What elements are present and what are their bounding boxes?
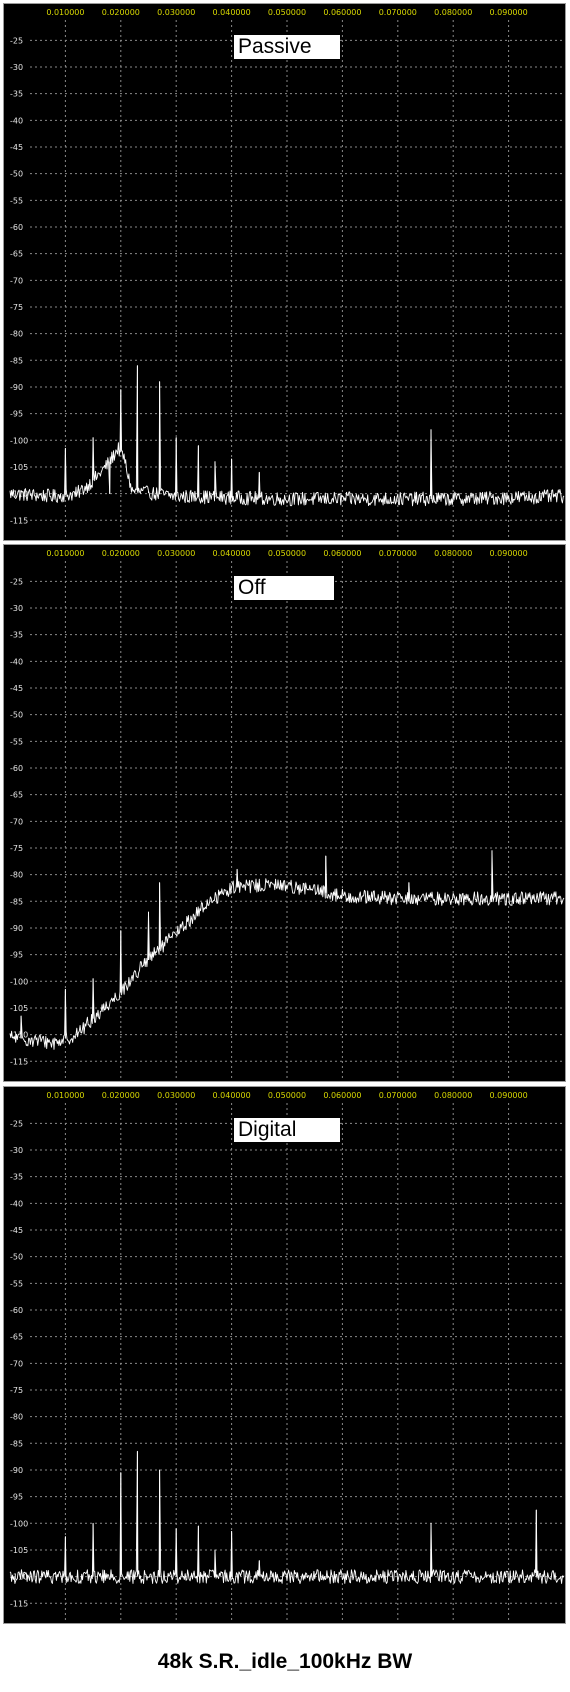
x-tick-label: 0.070000 <box>379 1091 417 1100</box>
x-tick-label: 0.010000 <box>46 1091 84 1100</box>
y-tick-label: -25 <box>10 1119 23 1128</box>
spectrum-trace <box>9 850 565 1050</box>
y-tick-label: -55 <box>10 196 23 205</box>
y-tick-label: -25 <box>10 577 23 586</box>
x-tick-label: 0.030000 <box>157 1091 195 1100</box>
y-tick-label: -115 <box>10 1599 28 1608</box>
y-tick-label: -80 <box>10 871 23 880</box>
y-tick-label: -80 <box>10 1413 23 1422</box>
y-tick-label: -75 <box>10 1386 23 1395</box>
y-tick-label: -105 <box>10 1004 28 1013</box>
y-tick-label: -100 <box>10 1519 28 1528</box>
panel-label-off: Off <box>234 576 334 600</box>
x-tick-label: 0.080000 <box>434 1091 472 1100</box>
x-tick-label: 0.010000 <box>46 8 84 17</box>
y-tick-label: -85 <box>10 897 23 906</box>
y-tick-label: -70 <box>10 817 23 826</box>
x-tick-label: 0.020000 <box>102 549 140 558</box>
y-tick-label: -60 <box>10 223 23 232</box>
y-tick-label: -105 <box>10 1546 28 1555</box>
y-tick-label: -25 <box>10 36 23 45</box>
y-tick-label: -30 <box>10 63 23 72</box>
figure-caption: 48k S.R._idle_100kHz BW <box>157 1650 413 1673</box>
y-tick-label: -35 <box>10 90 23 99</box>
y-tick-label: -85 <box>10 356 23 365</box>
y-tick-label: -75 <box>10 303 23 312</box>
plot-grid <box>30 1103 563 1621</box>
x-tick-label: 0.090000 <box>490 8 528 17</box>
panel-label-passive: Passive <box>234 35 340 59</box>
y-tick-label: -55 <box>10 737 23 746</box>
chart-svg-digital: 0.010000 0.020000 0.030000 0.040000 0.050000… <box>9 1091 565 1621</box>
y-tick-label: -45 <box>10 684 23 693</box>
x-tick-label: 0.060000 <box>323 8 361 17</box>
y-tick-label: -95 <box>10 951 23 960</box>
x-tick-label: 0.040000 <box>213 8 251 17</box>
y-tick-label: -90 <box>10 924 23 933</box>
y-tick-label: -65 <box>10 1333 23 1342</box>
y-tick-label: -85 <box>10 1439 23 1448</box>
y-tick-label: -105 <box>10 463 28 472</box>
y-tick-label: -70 <box>10 1359 23 1368</box>
x-tick-label: 0.050000 <box>268 1091 306 1100</box>
x-tick-label: 0.030000 <box>157 549 195 558</box>
x-tick-label: 0.060000 <box>323 1091 361 1100</box>
chart-panel-passive: 0.010000 0.020000 0.030000 0.040000 0.050000… <box>3 3 566 541</box>
x-tick-label: 0.010000 <box>46 549 84 558</box>
y-tick-label: -45 <box>10 1226 23 1235</box>
x-tick-label: 0.090000 <box>490 549 528 558</box>
x-tick-label: 0.030000 <box>157 8 195 17</box>
y-tick-label: -60 <box>10 1306 23 1315</box>
y-tick-label: -40 <box>10 657 23 666</box>
y-tick-label: -50 <box>10 170 23 179</box>
y-tick-label: -115 <box>10 516 28 525</box>
x-tick-label: 0.040000 <box>213 549 251 558</box>
y-tick-label: -100 <box>10 977 28 986</box>
y-tick-label: -30 <box>10 604 23 613</box>
y-tick-label: -45 <box>10 143 23 152</box>
x-tick-label: 0.090000 <box>490 1091 528 1100</box>
x-tick-label: 0.070000 <box>379 549 417 558</box>
x-tick-label: 0.060000 <box>323 549 361 558</box>
y-tick-label: -90 <box>10 383 23 392</box>
x-tick-label: 0.050000 <box>268 549 306 558</box>
y-tick-label: -35 <box>10 1173 23 1182</box>
y-tick-label: -60 <box>10 764 23 773</box>
y-tick-label: -95 <box>10 410 23 419</box>
y-tick-label: -65 <box>10 791 23 800</box>
x-tick-label: 0.020000 <box>102 8 140 17</box>
y-tick-label: -90 <box>10 1466 23 1475</box>
x-tick-label: 0.080000 <box>434 549 472 558</box>
x-tick-label: 0.020000 <box>102 1091 140 1100</box>
y-tick-label: -100 <box>10 436 28 445</box>
y-tick-label: -75 <box>10 844 23 853</box>
y-tick-label: -40 <box>10 1199 23 1208</box>
x-tick-label: 0.040000 <box>213 1091 251 1100</box>
y-tick-label: -55 <box>10 1279 23 1288</box>
panel-label-digital: Digital <box>234 1118 340 1142</box>
y-tick-label: -110 <box>10 1031 28 1040</box>
y-tick-label: -50 <box>10 1253 23 1262</box>
x-tick-label: 0.070000 <box>379 8 417 17</box>
chart-svg-passive: 0.010000 0.020000 0.030000 0.040000 0.050000… <box>9 8 565 538</box>
y-tick-label: -35 <box>10 631 23 640</box>
chart-svg-off: 0.010000 0.020000 0.030000 0.040000 0.050000… <box>9 549 565 1079</box>
y-tick-label: -115 <box>10 1057 28 1066</box>
chart-panel-digital: 0.010000 0.020000 0.030000 0.040000 0.050000… <box>3 1086 566 1624</box>
y-tick-label: -30 <box>10 1146 23 1155</box>
y-tick-label: -80 <box>10 330 23 339</box>
y-tick-label: -70 <box>10 276 23 285</box>
y-tick-label: -65 <box>10 250 23 259</box>
y-tick-label: -95 <box>10 1493 23 1502</box>
x-tick-label: 0.080000 <box>434 8 472 17</box>
chart-panel-off: 0.010000 0.020000 0.030000 0.040000 0.050000… <box>3 544 566 1082</box>
y-tick-label: -40 <box>10 116 23 125</box>
x-tick-label: 0.050000 <box>268 8 306 17</box>
y-tick-label: -50 <box>10 711 23 720</box>
